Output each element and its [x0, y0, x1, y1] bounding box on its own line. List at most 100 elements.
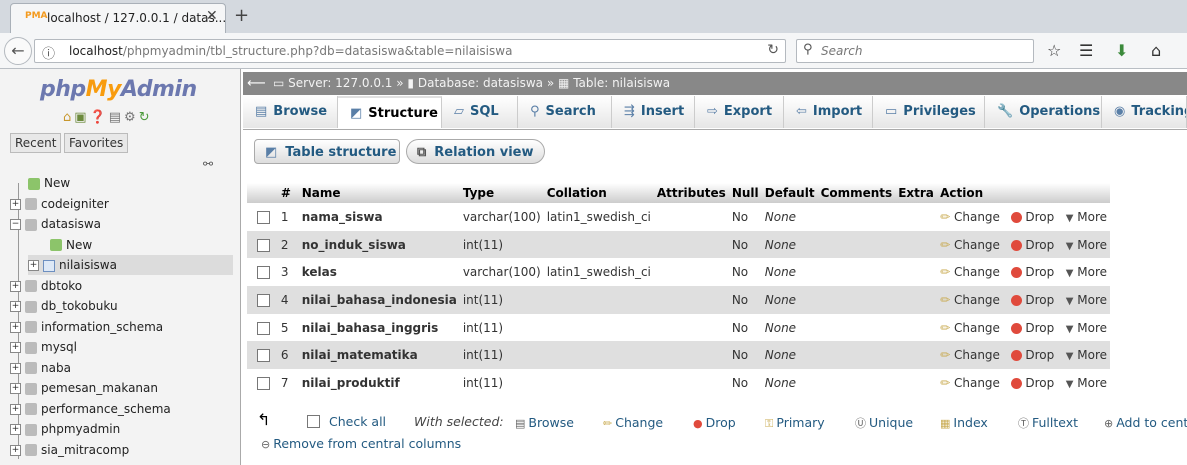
checkbox[interactable] [307, 415, 320, 428]
drop-link[interactable]: Drop [1011, 293, 1054, 307]
settings-icon[interactable]: ⚙ [124, 110, 139, 125]
tree-item-codeigniter[interactable]: + codeigniter [10, 194, 109, 214]
docs-icon[interactable]: ▤ [109, 110, 124, 125]
change-link[interactable]: ✏ Change [940, 348, 1000, 362]
relation-view-button[interactable]: ⧉ Relation view [406, 139, 545, 164]
tab-insert[interactable]: ⇶ Insert [612, 96, 695, 128]
logout-icon[interactable]: ▣ [74, 110, 89, 125]
change-link[interactable]: ✏ Change [940, 210, 1000, 224]
expand-icon[interactable]: + [10, 383, 21, 394]
more-dropdown[interactable]: ▼ More [1066, 238, 1107, 252]
change-link[interactable]: ✏ Change [940, 376, 1000, 390]
tree-item-new[interactable]: New [28, 173, 70, 193]
bulk-primary-button[interactable]: ⚿ Primary [765, 415, 825, 431]
header-num[interactable]: # [277, 183, 299, 203]
row-checkbox[interactable] [257, 293, 270, 307]
home-icon[interactable]: ⌂ [1151, 41, 1161, 60]
favorites-tab[interactable]: Favorites [64, 133, 129, 153]
header-comments[interactable]: Comments [817, 183, 896, 203]
tree-item-pemesan-makanan[interactable]: + pemesan_makanan [10, 378, 158, 398]
phpmyadmin-logo[interactable]: phpMyAdmin [40, 77, 197, 102]
tab-structure[interactable]: ◩ Structure [338, 96, 442, 128]
tab-sql[interactable]: ▱ SQL [442, 96, 518, 128]
bulk-remove-central-button[interactable]: ⊖ Remove from central columns [261, 436, 461, 451]
tree-item-naba[interactable]: + naba [10, 358, 71, 378]
recent-tab[interactable]: Recent [10, 133, 62, 153]
expand-icon[interactable]: + [10, 424, 21, 435]
expand-icon[interactable]: + [10, 321, 21, 333]
tree-item-new-table[interactable]: New [50, 235, 92, 255]
table-structure-button[interactable]: ◩ Table structure [254, 139, 400, 164]
row-checkbox[interactable] [257, 266, 270, 280]
header-collation[interactable]: Collation [543, 183, 654, 203]
search-input[interactable]: ⚲ Search [796, 39, 1034, 63]
expand-icon[interactable]: + [10, 362, 21, 374]
check-all-checkbox[interactable] [307, 413, 328, 428]
change-link[interactable]: ✏ Change [940, 321, 1000, 335]
header-extra[interactable]: Extra [895, 183, 938, 203]
tab-search[interactable]: ⚲ Search [518, 96, 612, 128]
row-checkbox[interactable] [257, 376, 270, 390]
drop-link[interactable]: Drop [1011, 210, 1054, 224]
tab-browse[interactable]: ▤ Browse [243, 96, 338, 128]
header-name[interactable]: Name [298, 183, 460, 203]
bulk-browse-button[interactable]: ▤ Browse [515, 415, 574, 430]
header-attributes[interactable]: Attributes [653, 183, 729, 203]
expand-icon[interactable]: + [10, 301, 21, 312]
drop-link[interactable]: Drop [1011, 348, 1054, 362]
drop-link[interactable]: Drop [1011, 376, 1054, 390]
header-default[interactable]: Default [761, 183, 818, 203]
more-dropdown[interactable]: ▼ More [1066, 210, 1107, 224]
reload-icon[interactable]: ↻ [767, 42, 779, 58]
expand-icon[interactable]: + [28, 260, 39, 271]
bulk-index-button[interactable]: ▦ Index [940, 415, 988, 430]
more-dropdown[interactable]: ▼ More [1066, 265, 1107, 279]
header-null[interactable]: Null [728, 183, 762, 203]
close-tab-icon[interactable]: ✕ [206, 8, 218, 24]
more-dropdown[interactable]: ▼ More [1066, 321, 1107, 335]
expand-icon[interactable]: + [10, 198, 21, 210]
row-checkbox[interactable] [257, 210, 270, 224]
breadcrumb-database[interactable]: Database: datasiswa [418, 76, 543, 90]
tree-item-dbtoko[interactable]: + dbtoko [10, 276, 82, 296]
link-with-main-icon[interactable]: ⚯ [203, 157, 213, 171]
more-dropdown[interactable]: ▼ More [1066, 293, 1107, 307]
more-dropdown[interactable]: ▼ More [1066, 376, 1107, 390]
drop-link[interactable]: Drop [1011, 238, 1054, 252]
change-link[interactable]: ✏ Change [940, 238, 1000, 252]
expand-icon[interactable]: + [10, 280, 21, 292]
breadcrumb-server[interactable]: Server: 127.0.0.1 [288, 76, 392, 90]
bulk-change-button[interactable]: ✏ Change [603, 415, 663, 430]
tree-item-phpmyadmin[interactable]: + phpmyadmin [10, 419, 120, 439]
expand-icon[interactable]: + [10, 403, 21, 415]
tree-item-datasiswa[interactable]: − datasiswa [10, 214, 101, 234]
tree-item-mysql[interactable]: + mysql [10, 337, 77, 357]
change-link[interactable]: ✏ Change [940, 293, 1000, 307]
drop-link[interactable]: Drop [1011, 321, 1054, 335]
bulk-fulltext-button[interactable]: Ⓣ Fulltext [1018, 415, 1078, 431]
home-icon[interactable]: ⌂ [63, 110, 74, 125]
back-button[interactable]: ← [4, 37, 32, 65]
tree-item-sia-mitracomp[interactable]: + sia_mitracomp [10, 440, 129, 460]
collapse-icon[interactable]: − [10, 219, 21, 230]
row-checkbox[interactable] [257, 349, 270, 363]
expand-icon[interactable]: + [10, 342, 21, 353]
row-checkbox[interactable] [257, 321, 270, 335]
tab-operations[interactable]: 🔧 Operations [985, 96, 1102, 128]
bookmark-star-icon[interactable]: ☆ [1047, 41, 1061, 60]
tree-item-db-tokobuku[interactable]: + db_tokobuku [10, 296, 118, 316]
bulk-drop-button[interactable]: ● Drop [693, 415, 736, 430]
tab-import[interactable]: ⇦ Import [784, 96, 873, 128]
address-bar[interactable]: ⓘ localhost/phpmyadmin/tbl_structure.php… [34, 39, 786, 63]
tree-item-information-schema[interactable]: + information_schema [10, 317, 163, 337]
help-icon[interactable]: ❓ [90, 110, 109, 125]
browser-tab[interactable]: PMA localhost / 127.0.0.1 / datas... ✕ [10, 3, 226, 33]
check-all-label[interactable]: Check all [329, 414, 386, 429]
reading-list-icon[interactable]: ☰ [1079, 41, 1093, 60]
expand-icon[interactable]: + [10, 444, 21, 456]
drop-link[interactable]: Drop [1011, 265, 1054, 279]
new-tab-icon[interactable]: + [234, 5, 249, 26]
row-checkbox[interactable] [257, 238, 270, 252]
collapse-sidebar-icon[interactable]: ⟵ [247, 72, 266, 95]
breadcrumb-table[interactable]: Table: nilaisiswa [573, 76, 670, 90]
